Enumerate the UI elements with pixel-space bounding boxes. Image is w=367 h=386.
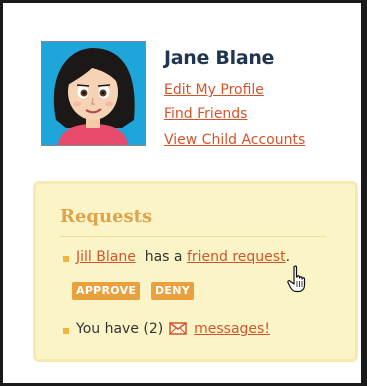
friend-request-end-text: . [285, 249, 291, 265]
friend-request-link[interactable]: friend request [187, 249, 286, 265]
requests-panel: Requests Jill Blane has a friend request… [33, 181, 358, 362]
avatar[interactable] [41, 41, 146, 146]
hand-pointer-cursor-icon [287, 265, 309, 293]
friend-request-row: Jill Blane has a friend request. [76, 249, 290, 265]
avatar-image [42, 42, 145, 145]
friend-request-middle-text: has a [144, 249, 183, 265]
page-frame: Jane Blane Edit My Profile Find Friends … [0, 0, 367, 386]
bullet-icon [63, 256, 69, 262]
profile-name: Jane Blane [164, 47, 275, 69]
requester-link[interactable]: Jill Blane [76, 249, 136, 265]
messages-prefix-text: You have (2) [76, 321, 164, 337]
approve-button[interactable]: APPROVE [72, 282, 141, 300]
bullet-icon [63, 328, 69, 334]
messages-link[interactable]: messages! [194, 321, 270, 337]
edit-profile-link[interactable]: Edit My Profile [164, 82, 264, 98]
messages-row: You have (2) messages! [76, 321, 270, 339]
view-child-accounts-link[interactable]: View Child Accounts [164, 132, 305, 148]
requests-title: Requests [60, 206, 153, 227]
deny-button[interactable]: DENY [151, 282, 195, 300]
envelope-icon [168, 322, 187, 339]
find-friends-link[interactable]: Find Friends [164, 106, 247, 122]
requests-divider [60, 236, 326, 237]
